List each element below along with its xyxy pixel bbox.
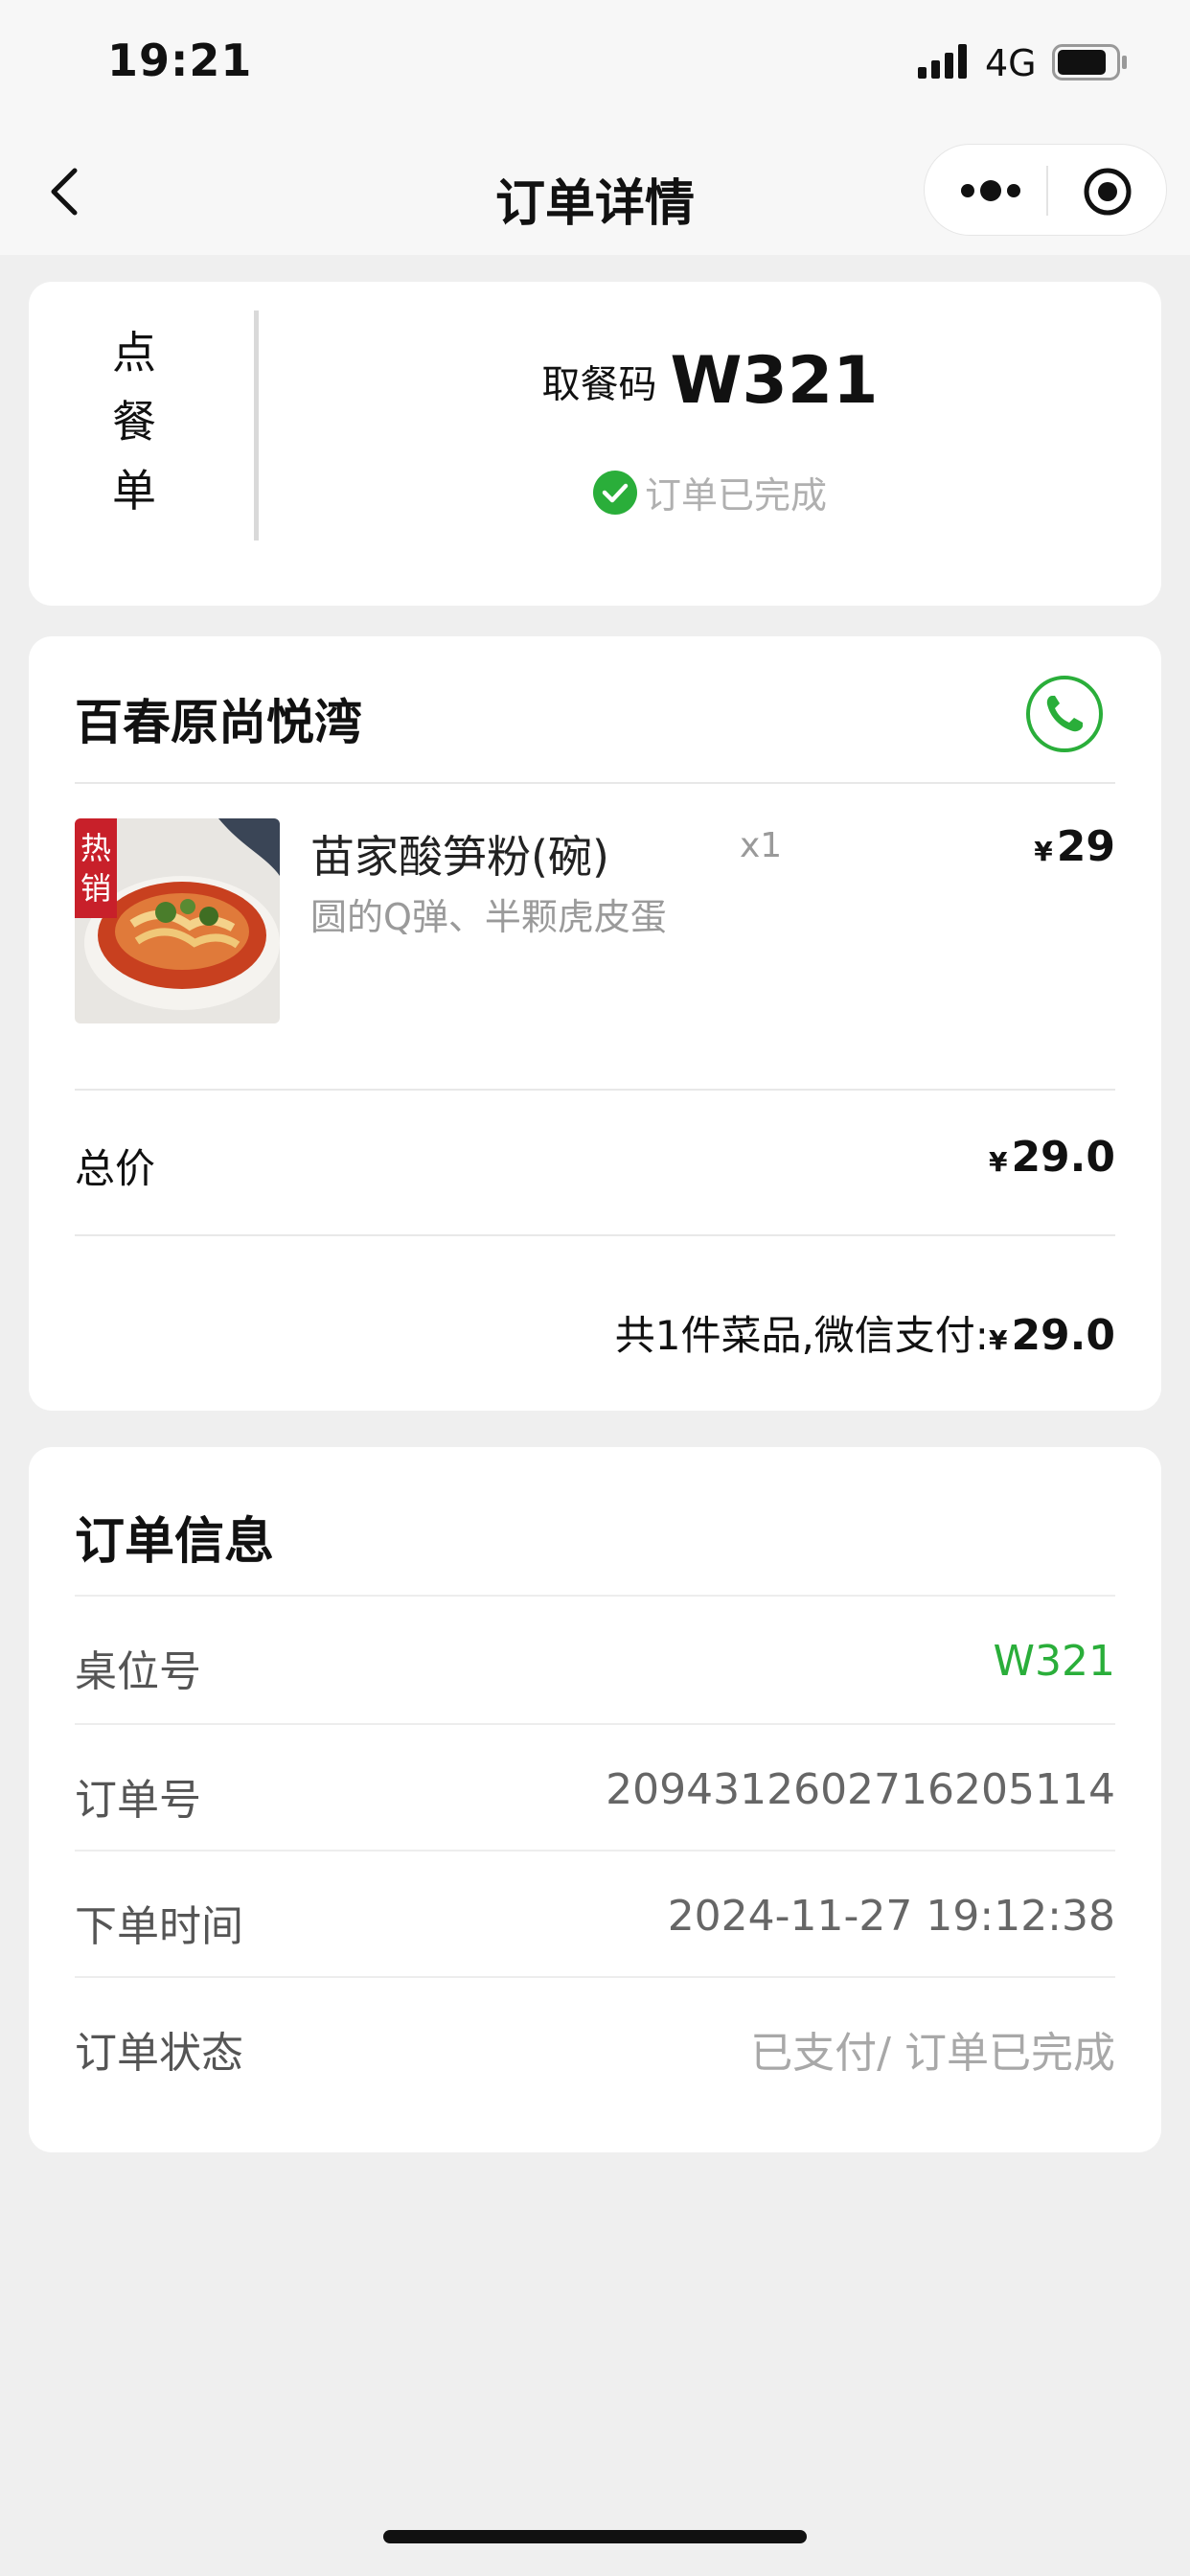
order-number[interactable]: 2094312602716205114	[606, 1765, 1115, 1814]
thumb-badge-bottom: 销	[80, 870, 111, 907]
divider	[75, 1850, 1115, 1852]
divider	[75, 1723, 1115, 1725]
network-type: 4G	[985, 42, 1037, 84]
phone-icon[interactable]	[1025, 675, 1104, 753]
more-icon[interactable]	[959, 173, 1022, 208]
item-quantity: x1	[740, 826, 783, 865]
info-row-order-number: 订单号 2094312602716205114	[75, 1723, 1115, 1852]
check-circle-icon	[592, 470, 637, 515]
item-price-value: 29	[1056, 822, 1115, 871]
summary-amount: 29.0	[1011, 1311, 1115, 1360]
payment-summary: 共1件菜品,微信支付:¥29.0	[615, 1303, 1115, 1362]
total-label: 总价	[75, 1145, 156, 1192]
battery-icon	[1052, 44, 1127, 80]
mini-program-capsule	[924, 144, 1167, 236]
status-bar: 19:21 4G	[0, 0, 1190, 134]
order-status: 已支付/ 订单已完成	[750, 2029, 1115, 2078]
divider	[75, 782, 1115, 784]
order-type-char: 点	[112, 327, 156, 379]
info-row-table: 桌位号 W321	[75, 1595, 1115, 1723]
section-title: 订单信息	[75, 1513, 275, 1571]
close-icon[interactable]	[1082, 166, 1133, 218]
home-indicator[interactable]	[383, 2530, 807, 2543]
food-thumbnail: 热 销	[75, 818, 280, 1024]
capsule-divider	[1046, 166, 1048, 216]
divider	[75, 1089, 1115, 1091]
order-type-char: 单	[112, 465, 156, 517]
order-time: 2024-11-27 19:12:38	[667, 1892, 1115, 1941]
item-name: 苗家酸笋粉(碗)	[310, 831, 609, 883]
row-label: 桌位号	[75, 1647, 201, 1696]
row-label: 订单号	[75, 1776, 201, 1825]
signal-icon	[918, 44, 967, 79]
order-status-text: 订单已完成	[644, 474, 827, 517]
total-amount: 29.0	[1011, 1133, 1115, 1182]
status-time: 19:21	[107, 34, 253, 86]
order-info-card: 订单信息 桌位号 W321 订单号 2094312602716205114 下单…	[29, 1447, 1161, 2152]
item-price: ¥29	[1034, 822, 1115, 871]
currency-symbol: ¥	[988, 1324, 1008, 1356]
item-description: 圆的Q弹、半颗虎皮蛋	[310, 896, 667, 938]
pickup-card: 点 餐 单 取餐码 W321 订单已完成	[29, 282, 1161, 606]
pickup-code: W321	[670, 343, 879, 419]
info-row-order-time: 下单时间 2024-11-27 19:12:38	[75, 1850, 1115, 1978]
total-value: ¥29.0	[989, 1133, 1115, 1182]
divider	[75, 1595, 1115, 1597]
order-status-line: 订单已完成	[259, 466, 1161, 518]
thumb-badge-top: 热	[80, 830, 111, 866]
store-name: 百春原尚悦湾	[75, 695, 362, 750]
pickup-code-line: 取餐码 W321	[259, 343, 1161, 419]
pickup-code-label: 取餐码	[541, 362, 657, 407]
order-card: 百春原尚悦湾 热 销 苗家酸笋粉(碗) 圆的Q弹、半颗虎皮蛋 x1 ¥29 总价…	[29, 636, 1161, 1411]
food-image: 热 销	[75, 818, 280, 1024]
divider	[75, 1234, 1115, 1236]
currency-symbol: ¥	[988, 1146, 1008, 1178]
currency-symbol: ¥	[1034, 836, 1053, 867]
info-row-order-status: 订单状态 已支付/ 订单已完成	[75, 1976, 1115, 2104]
summary-text: 共1件菜品,微信支付:	[614, 1312, 989, 1359]
table-number: W321	[993, 1637, 1116, 1686]
nav-bar: 订单详情	[0, 134, 1190, 255]
row-label: 订单状态	[75, 2029, 243, 2078]
divider	[75, 1976, 1115, 1978]
order-type-label: 点 餐 单	[96, 318, 172, 525]
order-type-char: 餐	[112, 396, 156, 448]
row-label: 下单时间	[75, 1902, 243, 1951]
